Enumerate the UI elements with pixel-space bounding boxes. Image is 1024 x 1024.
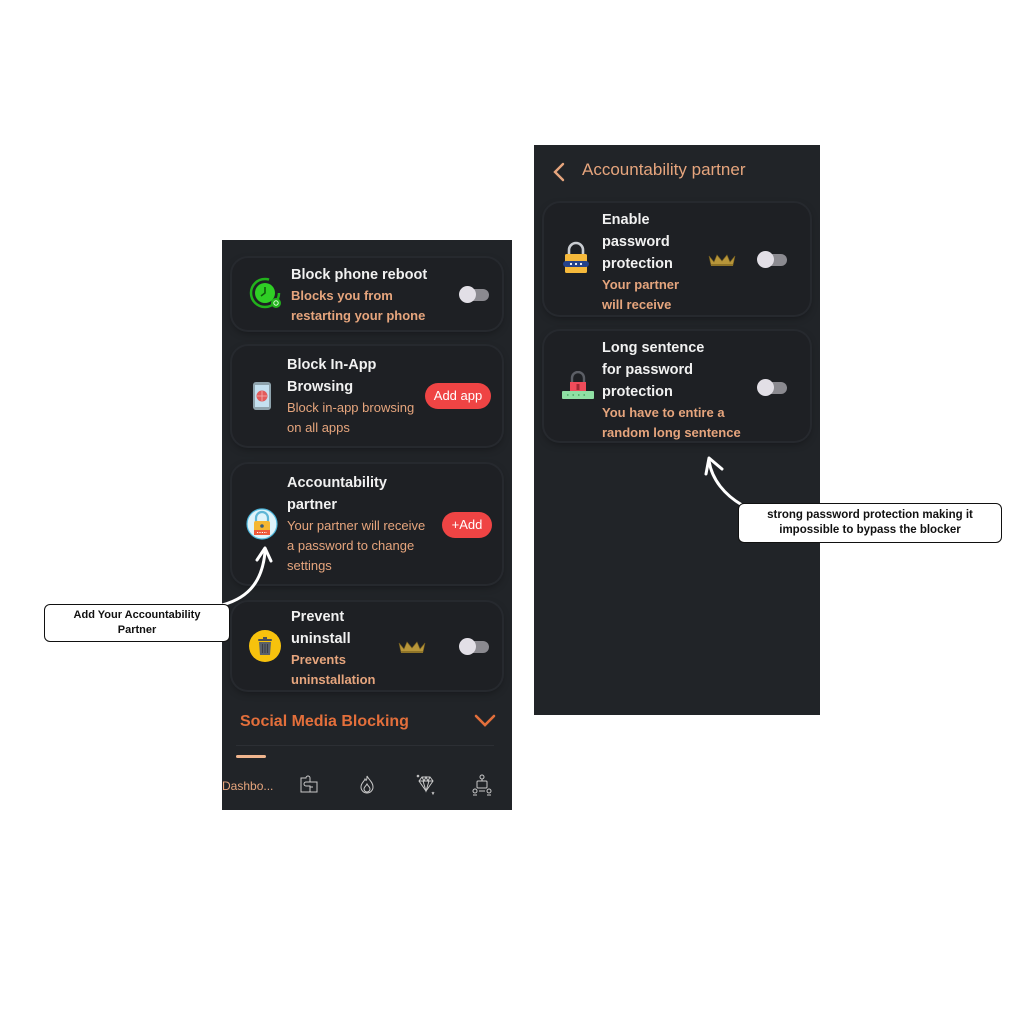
callout-password-protection: strong password protection making it imp…	[738, 503, 1002, 543]
callout-line: Partner	[117, 624, 157, 636]
callout-line: Add Your Accountability	[73, 609, 201, 621]
callout-line: strong password protection making it	[767, 509, 973, 521]
callout-add-partner: Add Your Accountability Partner	[44, 604, 230, 642]
callout-line: impossible to bypass the blocker	[779, 524, 961, 536]
